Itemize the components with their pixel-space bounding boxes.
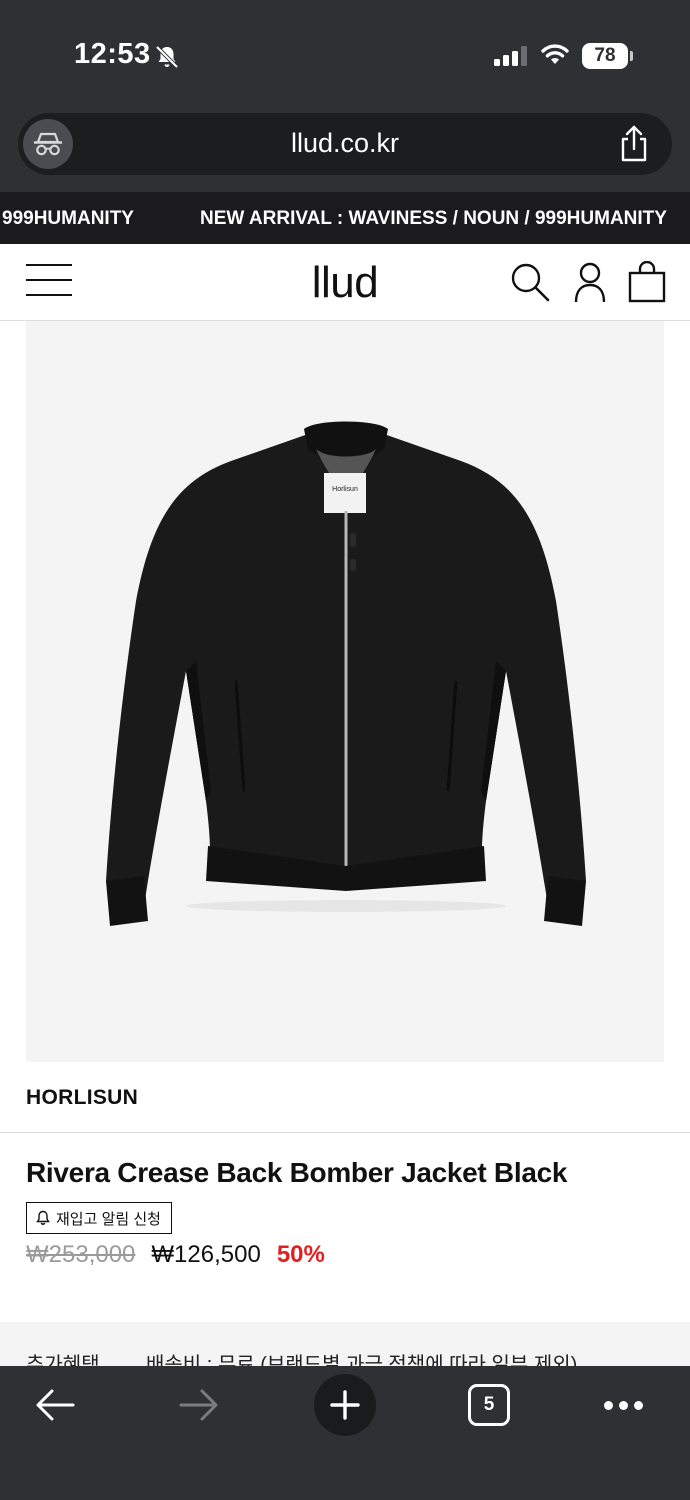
forward-arrow-icon	[179, 1389, 218, 1421]
divider	[0, 1132, 690, 1133]
back-button[interactable]	[28, 1380, 82, 1430]
user-icon[interactable]	[569, 261, 611, 303]
forward-button[interactable]	[172, 1380, 226, 1430]
product-image[interactable]: Horlisun	[26, 321, 664, 1062]
cellular-signal-icon	[494, 46, 527, 66]
bell-icon	[36, 1210, 50, 1225]
product-title: Rivera Crease Back Bomber Jacket Black	[26, 1157, 568, 1188]
browser-bottom-toolbar: 5	[0, 1366, 690, 1500]
shopping-bag-icon[interactable]	[626, 261, 668, 303]
plus-icon	[330, 1390, 360, 1420]
product-brand[interactable]: HORLISUN	[26, 1086, 138, 1110]
wifi-icon	[541, 44, 569, 64]
back-arrow-icon	[36, 1389, 75, 1421]
tabs-button[interactable]: 5	[468, 1384, 510, 1426]
announcement-banner[interactable]: 999HUMANITY NEW ARRIVAL : WAVINESS / NOU…	[0, 192, 690, 244]
price-original: ₩253,000	[26, 1241, 136, 1268]
discount-rate: 50%	[276, 1241, 325, 1268]
jacket-label-text: Horlisun	[332, 486, 358, 493]
banner-text-b: NEW ARRIVAL : WAVINESS / NOUN / 999HUMAN…	[200, 208, 667, 229]
more-icon[interactable]	[598, 1380, 648, 1430]
address-bar[interactable]: llud.co.kr	[18, 113, 672, 175]
jacket-illustration: Horlisun	[106, 421, 586, 926]
status-time: 12:53	[74, 38, 151, 70]
site-header: llud	[0, 244, 690, 321]
new-tab-button[interactable]	[314, 1374, 376, 1436]
price-sale: ₩126,500	[151, 1241, 261, 1268]
browser-top-chrome: 12:53 78 llud.co.kr	[0, 0, 690, 192]
url-text[interactable]: llud.co.kr	[18, 128, 672, 159]
extra-benefits-panel: 추가혜택 배송비 : 무료 (브랜드별 과금 정책에 따라 일부 제외)	[0, 1322, 690, 1366]
extra-benefits-label: 추가혜택	[26, 1354, 100, 1366]
restock-alert-label: 재입고 알림 신청	[56, 1210, 161, 1228]
restock-alert-button[interactable]: 재입고 알림 신청	[26, 1202, 172, 1234]
banner-text-a: 999HUMANITY	[2, 208, 134, 229]
shipping-fee-text: 배송비 : 무료 (브랜드별 과금 정책에 따라 일부 제외)	[146, 1354, 578, 1366]
search-icon[interactable]	[509, 261, 551, 303]
bell-slash-icon	[155, 45, 179, 69]
battery-icon: 78	[582, 43, 633, 69]
price-row: ₩253,000 ₩126,500 50%	[26, 1241, 325, 1269]
share-icon[interactable]	[618, 125, 650, 163]
